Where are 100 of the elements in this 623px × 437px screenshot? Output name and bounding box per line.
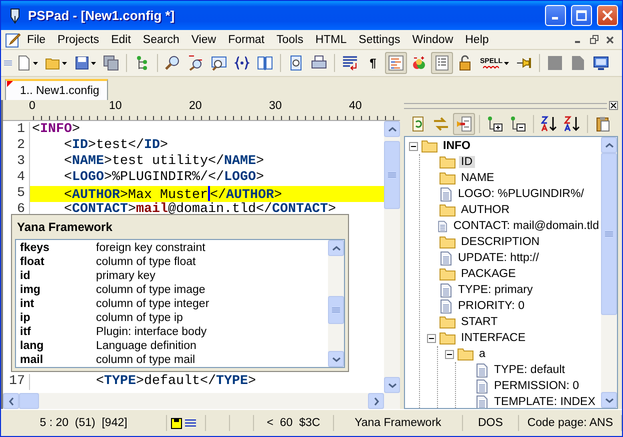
line-number: 4 — [3, 170, 30, 186]
menu-item[interactable]: HTML — [309, 32, 353, 46]
scroll-down-button[interactable] — [384, 377, 400, 393]
tree-item[interactable]: NAME — [459, 172, 496, 184]
menu-item[interactable]: Settings — [352, 32, 406, 46]
pushpin-icon — [516, 55, 532, 71]
list-arrow-button[interactable] — [453, 112, 475, 134]
tree-item[interactable]: PRIORITY: 0 — [456, 300, 526, 312]
menu-item[interactable]: Search — [136, 32, 186, 46]
close-icon — [602, 10, 613, 21]
arrow-up-icon — [332, 244, 340, 252]
menu-item[interactable]: Format — [222, 32, 270, 46]
clipboard-icon — [595, 116, 611, 132]
menu-item[interactable]: View — [185, 32, 222, 46]
line-number: 17 — [3, 374, 30, 390]
list-icon — [434, 55, 450, 71]
tree-item[interactable]: START — [459, 316, 500, 328]
completion-keyword[interactable]: id — [20, 270, 96, 282]
completion-description: column of type mail — [96, 354, 196, 366]
menu-item[interactable]: File — [21, 32, 52, 46]
square-icon — [546, 55, 563, 71]
completion-keyword[interactable]: int — [20, 298, 96, 310]
folder-icon — [439, 155, 456, 169]
tree-item[interactable]: AUTHOR — [459, 204, 512, 216]
text-cursor — [208, 186, 210, 201]
list-arrow-icon — [456, 116, 472, 132]
folder-icon — [457, 347, 474, 361]
file-tab[interactable]: 1.. New1.config — [5, 79, 108, 100]
document-icon — [439, 186, 453, 202]
tree-item[interactable]: PERMISSION: 0 — [492, 380, 581, 392]
squiggle-icon — [483, 66, 500, 68]
tree-item[interactable]: INTERFACE — [459, 332, 528, 344]
collapse-icon[interactable] — [427, 334, 436, 342]
tree-item[interactable]: LOGO: %PLUGINDIR%/ — [456, 188, 586, 200]
line-number: 3 — [3, 154, 30, 170]
completion-keyword[interactable]: fkeys — [20, 242, 96, 254]
scroll-down-button[interactable] — [328, 351, 344, 367]
page-refresh-icon — [410, 116, 426, 132]
scroll-right-button[interactable] — [368, 393, 384, 409]
scroll-down-button[interactable] — [601, 392, 617, 408]
completion-keyword[interactable]: float — [20, 256, 96, 268]
scroll-up-button[interactable] — [328, 240, 344, 256]
completion-keyword[interactable]: img — [20, 284, 96, 296]
replace-icon — [188, 55, 204, 71]
close-icon[interactable] — [609, 101, 618, 110]
caret-icon — [33, 62, 38, 64]
tree-item[interactable]: DESCRIPTION — [459, 236, 542, 248]
page-search-icon — [288, 55, 304, 71]
scroll-up-button[interactable] — [601, 137, 617, 153]
scroll-thumb[interactable] — [328, 296, 344, 324]
collapse-icon[interactable] — [409, 142, 418, 150]
tree-item[interactable]: a — [477, 348, 488, 360]
tree-item[interactable]: ID — [459, 156, 474, 168]
menu-item[interactable]: Window — [406, 32, 460, 46]
colored-lines-icon — [388, 55, 404, 71]
scroll-up-button[interactable] — [384, 121, 400, 137]
completion-keyword[interactable]: lang — [20, 340, 96, 352]
menu-item[interactable]: Projects — [52, 32, 106, 46]
code-line: <CONTACT>mail@domain.tld</CONTACT> — [62, 202, 337, 218]
close-icon — [606, 36, 614, 44]
completion-keyword[interactable]: ip — [20, 312, 96, 324]
grip-icon — [332, 306, 340, 314]
maximize-button[interactable] — [571, 5, 592, 26]
tree-item[interactable]: TYPE: primary — [456, 284, 535, 296]
menu-item[interactable]: Tools — [270, 32, 310, 46]
ruler-number: 40 — [349, 100, 363, 113]
completion-keyword[interactable]: itf — [20, 326, 96, 338]
tree-item[interactable]: CONTACT: mail@domain.tld — [451, 220, 601, 232]
tree-item[interactable]: PACKAGE — [459, 268, 518, 280]
colored-lines-button[interactable] — [385, 52, 407, 74]
scroll-thumb[interactable] — [19, 393, 39, 409]
folder-icon — [439, 171, 456, 185]
menu-item[interactable]: Help — [459, 32, 495, 46]
code-line: <TYPE>default</TYPE> — [94, 374, 257, 390]
arrow-down-icon — [332, 354, 340, 364]
completion-description: column of type ip — [96, 312, 183, 324]
menu-item[interactable]: Edit — [105, 32, 137, 46]
lines-icon — [185, 418, 196, 428]
list-button[interactable] — [431, 52, 453, 74]
scroll-left-button[interactable] — [3, 393, 19, 409]
scroll-thumb[interactable] — [384, 141, 400, 209]
pilcrow-button[interactable]: ¶ — [362, 52, 384, 74]
collapse-icon[interactable] — [445, 350, 454, 358]
tree-item[interactable]: TEMPLATE: INDEX — [492, 396, 598, 408]
code-line: <ID>test</ID> — [62, 138, 169, 154]
tree-item[interactable]: TYPE: default — [492, 364, 567, 376]
tree-item[interactable]: INFO — [441, 140, 472, 152]
arrow-down-icon — [604, 396, 614, 404]
ruler-number: 0 — [29, 100, 36, 113]
arrow-up-icon — [388, 124, 396, 134]
completion-keyword[interactable]: mail — [20, 354, 96, 366]
tree-item[interactable]: UPDATE: http:// — [456, 252, 541, 264]
completion-description: column of type image — [96, 284, 206, 296]
document-icon — [439, 298, 453, 314]
folder-icon — [421, 139, 438, 153]
minimize-button[interactable] — [545, 5, 566, 26]
arrow-left-icon — [6, 396, 16, 406]
close-button[interactable] — [597, 5, 618, 26]
scroll-thumb[interactable] — [601, 153, 617, 315]
character-code: < 60 $3C — [254, 415, 334, 431]
